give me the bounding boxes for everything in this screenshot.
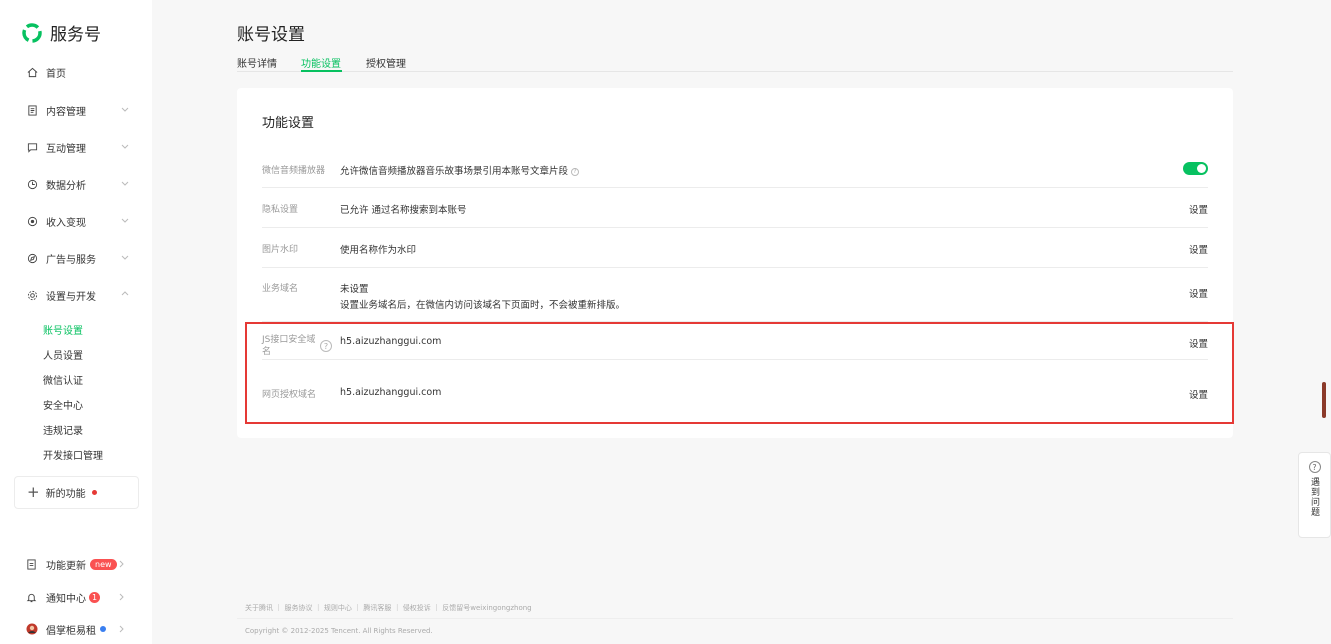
new-feature-button[interactable]: + 新的功能 — [14, 476, 139, 509]
help-icon[interactable]: ? — [571, 167, 580, 176]
tab-account-details[interactable]: 账号详情 — [237, 55, 277, 70]
sidebar-item-user[interactable]: 倡掌柜易租 — [26, 620, 136, 638]
sidebar-item-content[interactable]: 内容管理 — [26, 100, 136, 120]
setting-row-business-domain: 业务域名 未设置 设置业务域名后，在微信内访问该域名下页面时，不会被重新排版。 … — [262, 268, 1208, 322]
updates-label: 功能更新 — [46, 560, 86, 572]
chevron-down-icon — [121, 144, 129, 149]
user-avatar — [26, 623, 38, 635]
sidebar-subitem-wechat-verify[interactable]: 微信认证 — [43, 372, 83, 387]
new-dot-indicator — [91, 490, 97, 495]
app-logo[interactable]: 服务号 — [22, 20, 101, 45]
sidebar-item-home[interactable]: 首页 — [26, 62, 136, 82]
sidebar-subitem-account-settings[interactable]: 账号设置 — [43, 322, 83, 337]
setting-value-text: 允许微信音频播放器音乐故事场景引用本账号文章片段 — [340, 166, 569, 177]
chevron-right-icon — [119, 560, 124, 568]
setting-value: 未设置 设置业务域名后，在微信内访问该域名下页面时，不会被重新排版。 — [340, 281, 625, 311]
privacy-settings-link[interactable]: 设置 — [1189, 202, 1208, 216]
sidebar-subitem-security-center[interactable]: 安全中心 — [43, 397, 83, 412]
message-icon — [26, 141, 38, 153]
sidebar-item-analytics[interactable]: 数据分析 — [26, 174, 136, 194]
sidebar-item-settings[interactable]: 设置与开发 — [26, 285, 136, 305]
copyright: Copyright © 2012-2025 Tencent. All Right… — [245, 627, 433, 635]
help-widget-label: 遇到问题 — [1309, 477, 1319, 517]
clock-icon — [26, 178, 38, 190]
audio-player-toggle[interactable] — [1183, 162, 1208, 175]
bell-icon — [26, 591, 38, 603]
username-label: 倡掌柜易租 — [46, 625, 96, 637]
setting-label: 图片水印 — [262, 245, 299, 255]
gear-icon — [26, 289, 38, 301]
footer-links[interactable]: 关于腾讯 ｜ 服务协议 ｜ 规则中心 ｜ 腾讯客服 ｜ 侵权投诉 ｜ 反馈留号w… — [245, 603, 532, 613]
sidebar-item-label: 首页 — [46, 68, 66, 80]
app-name: 服务号 — [50, 25, 101, 45]
setting-value-desc: 设置业务域名后，在微信内访问该域名下页面时，不会被重新排版。 — [340, 300, 626, 311]
sidebar-item-updates[interactable]: 功能更新 new — [26, 555, 136, 573]
watermark-settings-link[interactable]: 设置 — [1189, 242, 1208, 256]
sidebar-item-ads[interactable]: 广告与服务 — [26, 248, 136, 268]
sidebar-item-interaction[interactable]: 互动管理 — [26, 137, 136, 157]
notifications-label: 通知中心 — [46, 593, 86, 605]
new-feature-label: 新的功能 — [45, 489, 86, 500]
setting-label: 业务域名 — [262, 284, 299, 294]
document-icon — [26, 104, 38, 116]
service-logo-icon — [22, 22, 42, 43]
sidebar-item-label: 互动管理 — [46, 143, 86, 155]
sidebar-item-notifications[interactable]: 通知中心 1 — [26, 588, 136, 606]
home-icon — [26, 66, 38, 78]
chevron-right-icon — [119, 593, 124, 601]
setting-label: 隐私设置 — [262, 205, 299, 215]
page-title: 账号设置 — [237, 25, 305, 45]
setting-value-text: 未设置 — [340, 284, 369, 295]
sidebar-item-label: 内容管理 — [46, 106, 86, 118]
chevron-down-icon — [121, 255, 129, 260]
new-badge: new — [90, 558, 117, 570]
scrollbar-thumb[interactable] — [1322, 382, 1326, 418]
sidebar-item-label: 广告与服务 — [46, 254, 96, 266]
toggle-knob — [1197, 164, 1206, 173]
coin-icon — [26, 215, 38, 227]
highlight-box — [245, 322, 1234, 424]
sidebar-subitem-violations[interactable]: 违规记录 — [43, 422, 83, 437]
sidebar-item-label: 设置与开发 — [46, 291, 96, 303]
chevron-up-icon — [121, 291, 129, 296]
business-domain-settings-link[interactable]: 设置 — [1189, 286, 1208, 300]
setting-value: 已允许 通过名称搜索到本账号 — [340, 205, 467, 216]
sidebar-subitem-dev-api[interactable]: 开发接口管理 — [43, 447, 103, 462]
chevron-down-icon — [121, 107, 129, 112]
plus-icon: + — [27, 483, 40, 501]
sidebar-item-label: 收入变现 — [46, 217, 86, 229]
setting-row-audio-player: 微信音频播放器 允许微信音频播放器音乐故事场景引用本账号文章片段? — [262, 150, 1208, 188]
setting-row-watermark: 图片水印 使用名称作为水印 设置 — [262, 228, 1208, 268]
card-title: 功能设置 — [262, 116, 315, 131]
tab-authorization[interactable]: 授权管理 — [366, 55, 406, 70]
sidebar-subitem-staff-settings[interactable]: 人员设置 — [43, 347, 83, 362]
tab-bar: 账号详情 功能设置 授权管理 — [237, 52, 1233, 72]
chevron-down-icon — [121, 218, 129, 223]
chevron-right-icon — [119, 625, 124, 633]
verified-dot — [100, 626, 106, 632]
setting-row-privacy: 隐私设置 已允许 通过名称搜索到本账号 设置 — [262, 188, 1208, 228]
setting-value: 使用名称作为水印 — [340, 245, 417, 256]
chevron-down-icon — [121, 181, 129, 186]
question-icon: ? — [1308, 461, 1321, 473]
active-tab-indicator — [301, 70, 342, 72]
setting-label: 微信音频播放器 — [262, 166, 326, 176]
sidebar-item-label: 数据分析 — [46, 180, 86, 192]
compass-icon — [26, 252, 38, 264]
footer-divider — [237, 618, 1233, 619]
update-doc-icon — [26, 558, 38, 570]
setting-value: 允许微信音频播放器音乐故事场景引用本账号文章片段? — [340, 163, 580, 177]
tab-function-settings[interactable]: 功能设置 — [301, 55, 341, 70]
help-widget[interactable]: ? 遇到问题 — [1298, 452, 1331, 538]
sidebar-item-monetization[interactable]: 收入变现 — [26, 211, 136, 231]
notification-count-badge: 1 — [89, 591, 100, 603]
sidebar: 服务号 首页 内容管理 互动管理 数据分析 收入变现 广告与服务 设置与开发 账… — [0, 0, 152, 644]
